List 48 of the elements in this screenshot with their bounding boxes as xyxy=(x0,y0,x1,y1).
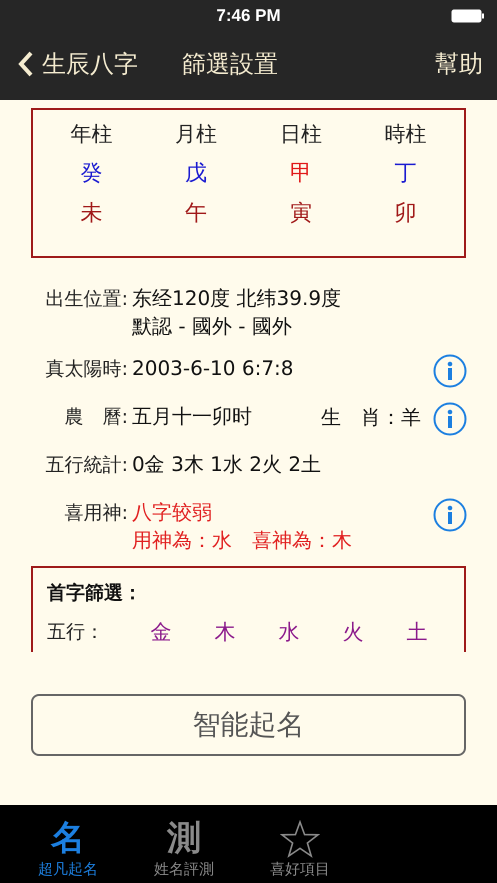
tab[interactable]: 名 超凡起名 xyxy=(10,805,126,883)
pillar-header: 月柱 xyxy=(175,121,218,148)
star-icon xyxy=(280,820,320,858)
info-icon[interactable] xyxy=(433,402,467,436)
help-button[interactable]: 幫助 xyxy=(435,48,483,80)
row-label: 五行統計: xyxy=(44,453,128,478)
status-time: 7:46 PM xyxy=(216,6,281,26)
row-value: 八字较弱 xyxy=(131,499,213,526)
row-value: 0金 3木 1水 2火 2土 xyxy=(131,451,322,478)
row-value: 五月十一卯时 xyxy=(131,403,253,430)
pillar-stem: 甲 xyxy=(290,160,312,188)
row-value: 东经120度 北纬39.9度 xyxy=(131,285,342,312)
tab[interactable]: 喜好項目 xyxy=(242,805,358,883)
row-value: 默認 - 國外 - 國外 xyxy=(131,313,293,340)
battery-icon xyxy=(451,9,485,23)
chevron-icon xyxy=(18,50,34,78)
row-label: 農 曆: xyxy=(64,405,128,430)
row-label: 喜用神: xyxy=(64,501,128,526)
row-value: 2003-6-10 6:7:8 xyxy=(131,355,295,382)
pillar-stem: 丁 xyxy=(394,160,417,188)
filter-title: 首字篩選： xyxy=(47,581,143,606)
row-label: 出生位置: xyxy=(44,287,128,312)
info-icon[interactable] xyxy=(433,354,467,388)
pillar-stem: 癸 xyxy=(80,160,102,188)
element-label: 五行： xyxy=(47,620,105,645)
row-label: 真太陽時: xyxy=(44,357,128,382)
element-option[interactable]: 火 xyxy=(321,618,385,646)
pillar-branch: 午 xyxy=(185,200,208,228)
pillar-branch: 卯 xyxy=(394,200,417,228)
pillar-branch: 寅 xyxy=(290,200,312,228)
zodiac-value: 生 肖：羊 xyxy=(321,404,421,431)
element-option[interactable]: 金 xyxy=(129,618,193,646)
pillar-header: 日柱 xyxy=(280,121,322,148)
tab-glyph: 名 xyxy=(51,818,85,858)
pillar-header: 年柱 xyxy=(70,121,112,148)
nav-title: 篩選設置 xyxy=(182,49,278,80)
info-icon[interactable] xyxy=(433,498,467,532)
element-option[interactable]: 土 xyxy=(385,618,449,646)
row-value: 用神為：水 喜神為：木 xyxy=(131,527,353,554)
back-button[interactable]: 生辰八字 xyxy=(18,48,138,80)
element-option[interactable]: 水 xyxy=(257,618,321,646)
smart-naming-button[interactable]: 智能起名 xyxy=(31,694,466,756)
tab[interactable]: 測 姓名評測 xyxy=(126,805,242,883)
pillar-stem: 戊 xyxy=(185,160,208,188)
pillar-branch: 未 xyxy=(80,200,102,228)
pillar-header: 時柱 xyxy=(384,121,427,148)
element-option[interactable]: 木 xyxy=(193,618,257,646)
tab-glyph: 測 xyxy=(167,818,201,858)
